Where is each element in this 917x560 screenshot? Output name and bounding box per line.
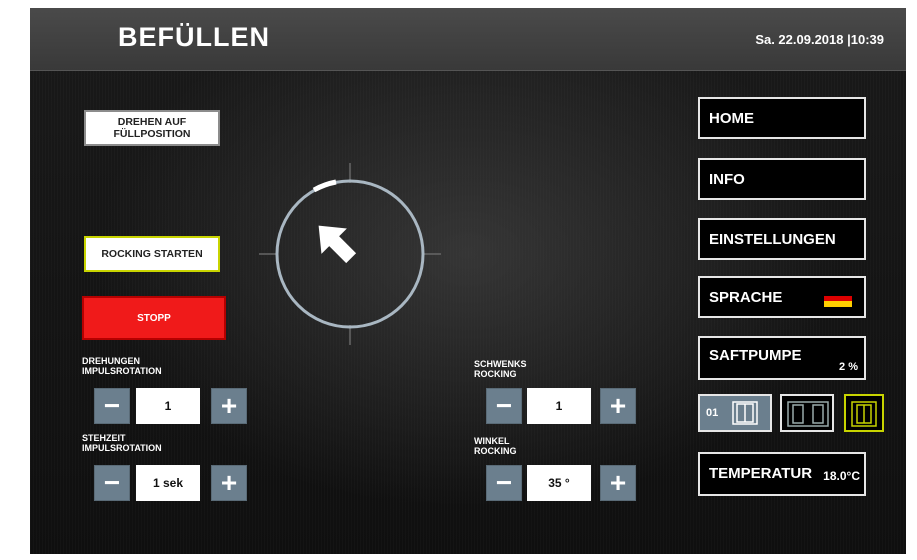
rocking-start-button[interactable]: ROCKING STARTEN [84, 236, 220, 272]
mode-01-label: 01 [706, 407, 719, 419]
winkel-minus-button[interactable]: − [486, 465, 522, 501]
date-time: Sa. 22.09.2018 |10:39 [755, 32, 884, 47]
drehungen-minus-button[interactable]: − [94, 388, 130, 424]
german-flag-icon [824, 290, 852, 307]
schwenks-minus-button[interactable]: − [486, 388, 522, 424]
home-button[interactable]: HOME [698, 97, 866, 139]
schwenks-value[interactable]: 1 [527, 388, 591, 424]
app-screen: BEFÜLLEN Sa. 22.09.2018 |10:39 DREHEN AU… [30, 8, 906, 554]
drehungen-label-line2: IMPULSROTATION [82, 366, 162, 376]
mode-01-button[interactable]: 01 [698, 394, 772, 432]
gauge-position-marker [312, 179, 337, 193]
winkel-label: WINKEL ROCKING [474, 436, 517, 456]
einstellungen-button[interactable]: EINSTELLUNGEN [698, 218, 866, 260]
minus-icon: − [495, 467, 513, 498]
info-label: INFO [709, 171, 745, 188]
stehzeit-minus-button[interactable]: − [94, 465, 130, 501]
arrow-up-left-icon [318, 225, 357, 264]
sprache-label: SPRACHE [709, 289, 783, 306]
drehungen-label: DREHUNGEN IMPULSROTATION [82, 356, 162, 376]
plus-icon: + [609, 467, 627, 498]
winkel-value[interactable]: 35 ° [527, 465, 591, 501]
plus-icon: + [609, 390, 627, 421]
winkel-label-line1: WINKEL [474, 436, 510, 446]
plus-icon: + [220, 390, 238, 421]
stehzeit-label-line2: IMPULSROTATION [82, 443, 162, 453]
stehzeit-value[interactable]: 1 sek [136, 465, 200, 501]
drehungen-value[interactable]: 1 [136, 388, 200, 424]
winkel-plus-button[interactable]: + [600, 465, 636, 501]
active-chamber-icon [851, 401, 877, 427]
rotation-gauge [259, 163, 441, 345]
winkel-label-line2: ROCKING [474, 446, 517, 456]
drehen-label: DREHEN AUF FÜLLPOSITION [113, 116, 191, 140]
minus-icon: − [103, 467, 121, 498]
drehungen-plus-button[interactable]: + [211, 388, 247, 424]
stehzeit-label-line1: STEHZEIT [82, 433, 126, 443]
temperatur-label: TEMPERATUR [709, 465, 813, 482]
minus-icon: − [103, 390, 121, 421]
stop-button[interactable]: STOPP [82, 296, 226, 340]
schwenks-label-line1: SCHWENKS [474, 359, 527, 369]
schwenks-plus-button[interactable]: + [600, 388, 636, 424]
double-chamber-icon [787, 401, 829, 427]
sprache-button[interactable]: SPRACHE [698, 276, 866, 318]
stehzeit-label: STEHZEIT IMPULSROTATION [82, 433, 162, 453]
minus-icon: − [495, 390, 513, 421]
drehen-fuellposition-button[interactable]: DREHEN AUF FÜLLPOSITION [84, 110, 220, 146]
temperatur-button[interactable]: TEMPERATUR 18.0°C [698, 452, 866, 496]
einstellungen-label: EINSTELLUNGEN [709, 231, 836, 248]
temperatur-value: 18.0°C [823, 469, 860, 483]
info-button[interactable]: INFO [698, 158, 866, 200]
drehungen-label-line1: DREHUNGEN [82, 356, 141, 366]
mode-active-button[interactable] [844, 394, 884, 432]
saftpumpe-value: 2 % [839, 361, 858, 373]
single-chamber-icon [732, 401, 758, 425]
stehzeit-plus-button[interactable]: + [211, 465, 247, 501]
saftpumpe-label: SAFTPUMPE [709, 347, 802, 364]
header-bar: BEFÜLLEN Sa. 22.09.2018 |10:39 [30, 8, 906, 71]
mode-double-button[interactable] [780, 394, 834, 432]
stop-label: STOPP [137, 312, 171, 324]
home-label: HOME [709, 110, 754, 127]
plus-icon: + [220, 467, 238, 498]
rocking-label: ROCKING STARTEN [101, 248, 203, 260]
page-title: BEFÜLLEN [118, 22, 270, 52]
saftpumpe-button[interactable]: SAFTPUMPE 2 % [698, 336, 866, 380]
schwenks-label: SCHWENKS ROCKING [474, 359, 527, 379]
schwenks-label-line2: ROCKING [474, 369, 517, 379]
